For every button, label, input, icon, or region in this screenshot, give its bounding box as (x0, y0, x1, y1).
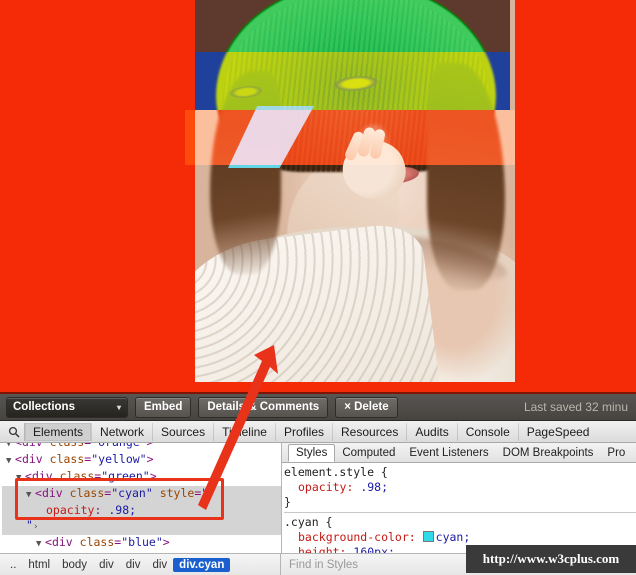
decl-value[interactable]: cyan; (436, 530, 471, 544)
twisty-icon[interactable]: ▼ (16, 471, 25, 486)
tab-network[interactable]: Network (91, 422, 152, 441)
styles-pane: Styles Computed Event Listeners DOM Brea… (282, 443, 636, 553)
tab-console[interactable]: Console (456, 422, 518, 441)
twisty-icon[interactable]: ▼ (6, 454, 15, 469)
crumb-ellipsis[interactable]: .. (4, 558, 22, 572)
watermark: http://www.w3cplus.com (466, 545, 636, 573)
delete-button[interactable]: × Delete (335, 396, 398, 418)
styles-tabbar: Styles Computed Event Listeners DOM Brea… (282, 443, 636, 463)
dom-node-orange[interactable]: ▼<div class="orange"> (2, 443, 281, 452)
inspected-page (0, 0, 636, 392)
app-toolbar: Collections ▾ Embed Details & Comments ×… (0, 392, 636, 420)
rule-selector: .cyan { (284, 515, 333, 529)
tab-event-listeners[interactable]: Event Listeners (402, 445, 495, 461)
twisty-icon[interactable]: ▼ (26, 488, 35, 503)
dom-node-cyan-style-opacity[interactable]: opacity: .98; (2, 503, 281, 518)
decl-value[interactable]: .98; (360, 480, 388, 494)
dom-node-yellow[interactable]: ▼ <div class="yellow"> (2, 452, 281, 469)
page-background-right (515, 0, 636, 392)
tab-audits[interactable]: Audits (406, 422, 456, 441)
style-rule-element-style[interactable]: element.style { opacity: .98; } (284, 465, 636, 510)
twisty-icon[interactable]: ▼ (36, 537, 45, 552)
tab-timeline[interactable]: Timeline (213, 422, 275, 441)
rule-divider (284, 512, 636, 513)
div-green (195, 0, 510, 52)
rule-close: } (284, 495, 291, 509)
tab-dom-breakpoints[interactable]: DOM Breakpoints (496, 445, 601, 461)
breadcrumb: .. html body div div div div.cyan (0, 554, 281, 575)
crumb-body[interactable]: body (56, 558, 93, 572)
crumb-div-2[interactable]: div (120, 558, 147, 572)
collections-label: Collections (13, 401, 75, 413)
crumb-html[interactable]: html (22, 558, 56, 572)
collections-dropdown[interactable]: Collections ▾ (6, 396, 128, 418)
tab-properties[interactable]: Pro (600, 445, 632, 461)
styles-rules[interactable]: element.style { opacity: .98; } .cyan { … (282, 463, 636, 553)
tab-elements[interactable]: Elements (24, 422, 92, 441)
dom-node-cyan-style-close[interactable]: "› (2, 518, 281, 535)
twisty-icon[interactable]: ▼ (6, 443, 15, 452)
crumb-div-cyan[interactable]: div.cyan (173, 557, 231, 572)
crumb-div-3[interactable]: div (146, 558, 173, 572)
search-icon[interactable] (4, 426, 24, 438)
dom-tree-pane[interactable]: ▼<div class="orange"> ▼<div class="yello… (0, 443, 282, 553)
page-background-bottom (0, 382, 636, 392)
devtools-body: ▼<div class="orange"> ▼<div class="yello… (0, 443, 636, 553)
chevron-down-icon: ▾ (116, 402, 121, 412)
color-swatch[interactable] (422, 531, 434, 542)
dom-node-cyan[interactable]: ▼ <div class="cyan" style=" (2, 486, 281, 503)
crumb-div-1[interactable]: div (93, 558, 120, 572)
page-background-left (0, 0, 195, 392)
tab-pagespeed[interactable]: PageSpeed (517, 422, 598, 441)
embed-button[interactable]: Embed (135, 396, 192, 418)
decl-prop[interactable]: height: (298, 545, 346, 553)
dom-node-blue[interactable]: ▼ <div class="blue"> (2, 535, 281, 552)
rule-selector: element.style { (284, 465, 388, 479)
tab-resources[interactable]: Resources (332, 422, 406, 441)
tab-sources[interactable]: Sources (152, 422, 213, 441)
details-comments-button[interactable]: Details & Comments (198, 396, 329, 418)
decl-value[interactable]: 160px; (353, 545, 395, 553)
decl-prop[interactable]: opacity: (298, 480, 353, 494)
dom-node-green[interactable]: ▼ <div class="green"> (2, 469, 281, 486)
devtools-tabbar: Elements Network Sources Timeline Profil… (0, 421, 636, 443)
decl-prop[interactable]: background-color: (298, 530, 416, 544)
tab-styles[interactable]: Styles (288, 444, 336, 462)
div-yellow (195, 52, 510, 110)
tab-profiles[interactable]: Profiles (274, 422, 332, 441)
last-saved-status: Last saved 32 minu (523, 400, 628, 414)
tab-computed[interactable]: Computed (335, 445, 402, 461)
find-in-styles-input[interactable]: Find in Styles (281, 559, 358, 571)
